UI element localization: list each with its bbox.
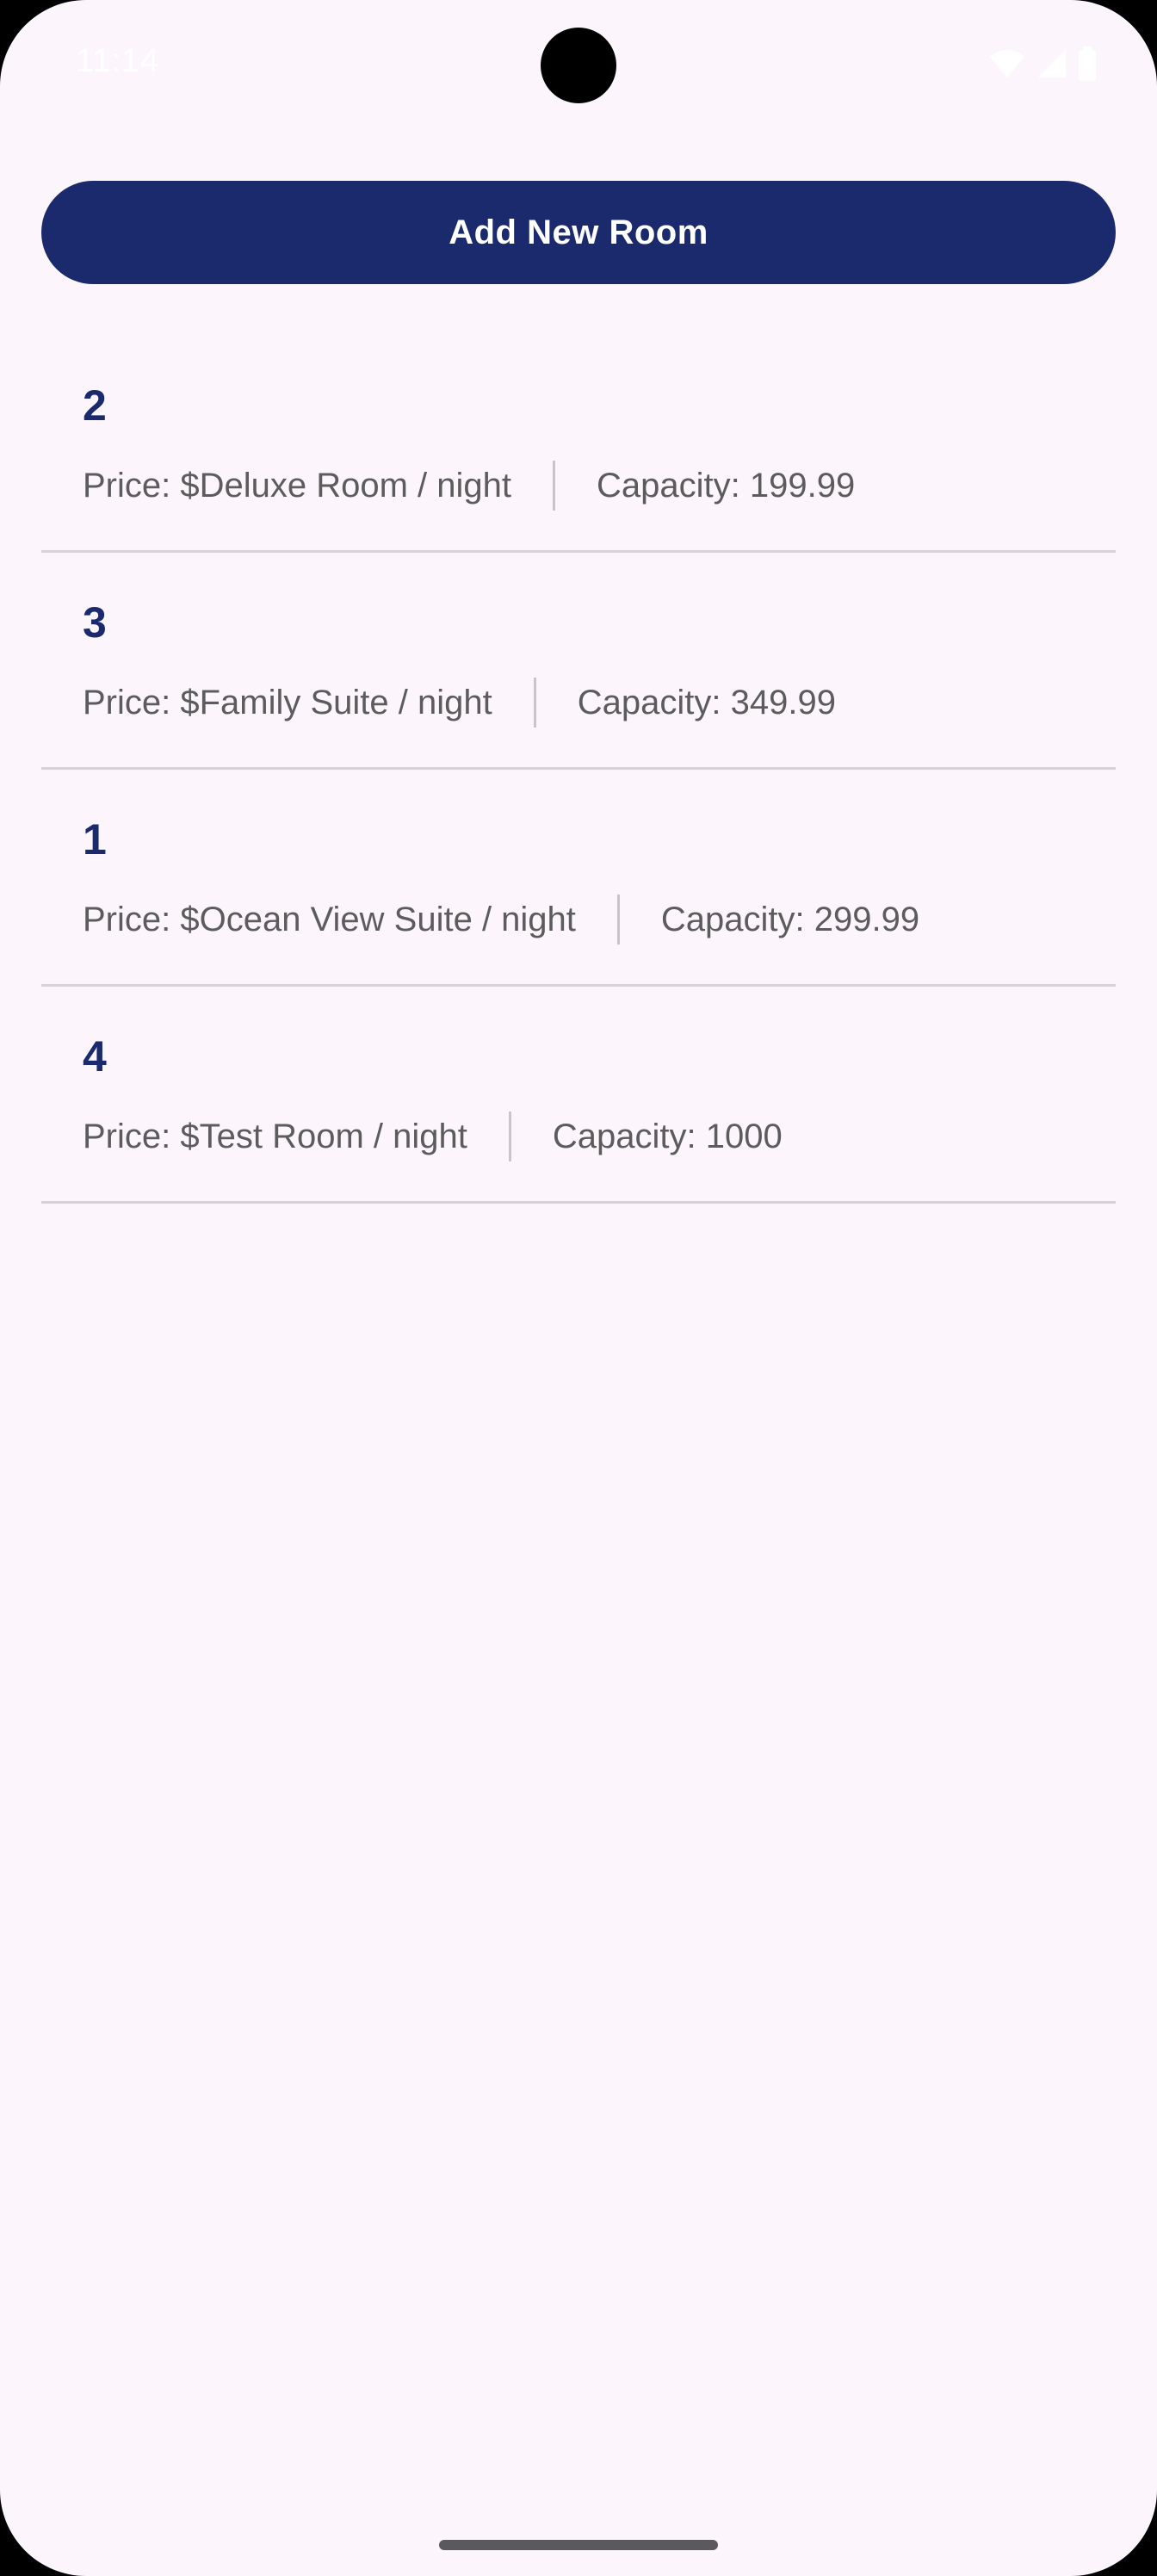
room-price: Price: $Test Room / night xyxy=(83,1118,467,1155)
vertical-divider xyxy=(616,895,620,944)
status-bar: 11:14 xyxy=(0,0,1157,129)
room-list-item[interactable]: 3 Price: $Family Suite / night Capacity:… xyxy=(41,553,1116,770)
room-capacity: Capacity: 199.99 xyxy=(597,467,856,505)
room-list-item[interactable]: 1 Price: $Ocean View Suite / night Capac… xyxy=(41,770,1116,987)
room-capacity: Capacity: 349.99 xyxy=(577,684,836,721)
battery-icon xyxy=(1078,46,1097,81)
room-id: 2 xyxy=(83,381,107,430)
room-details: Price: $Family Suite / night Capacity: 3… xyxy=(83,677,836,728)
app-screen: 11:14 Add New Room 2 Price: $Deluxe Room… xyxy=(0,0,1157,2576)
wifi-icon xyxy=(988,48,1026,79)
room-price: Price: $Ocean View Suite / night xyxy=(83,901,576,938)
room-details: Price: $Deluxe Room / night Capacity: 19… xyxy=(83,460,855,511)
room-id: 1 xyxy=(83,815,107,864)
vertical-divider xyxy=(533,678,536,728)
room-price: Price: $Deluxe Room / night xyxy=(83,467,512,505)
room-capacity: Capacity: 1000 xyxy=(552,1118,783,1155)
room-capacity: Capacity: 299.99 xyxy=(660,901,920,938)
room-list: 2 Price: $Deluxe Room / night Capacity: … xyxy=(41,336,1116,1204)
vertical-divider xyxy=(553,461,556,511)
room-details: Price: $Ocean View Suite / night Capacit… xyxy=(83,894,919,945)
status-icons xyxy=(988,46,1097,81)
room-details: Price: $Test Room / night Capacity: 1000 xyxy=(83,1111,783,1162)
home-indicator[interactable] xyxy=(439,2540,718,2550)
status-time: 11:14 xyxy=(76,43,160,79)
room-list-item[interactable]: 4 Price: $Test Room / night Capacity: 10… xyxy=(41,987,1116,1204)
vertical-divider xyxy=(508,1112,511,1161)
room-id: 4 xyxy=(83,1032,107,1081)
room-list-item[interactable]: 2 Price: $Deluxe Room / night Capacity: … xyxy=(41,336,1116,553)
signal-icon xyxy=(1036,48,1067,79)
camera-cutout xyxy=(541,28,616,103)
add-new-room-button[interactable]: Add New Room xyxy=(41,181,1116,284)
room-id: 3 xyxy=(83,598,107,647)
room-price: Price: $Family Suite / night xyxy=(83,684,492,721)
